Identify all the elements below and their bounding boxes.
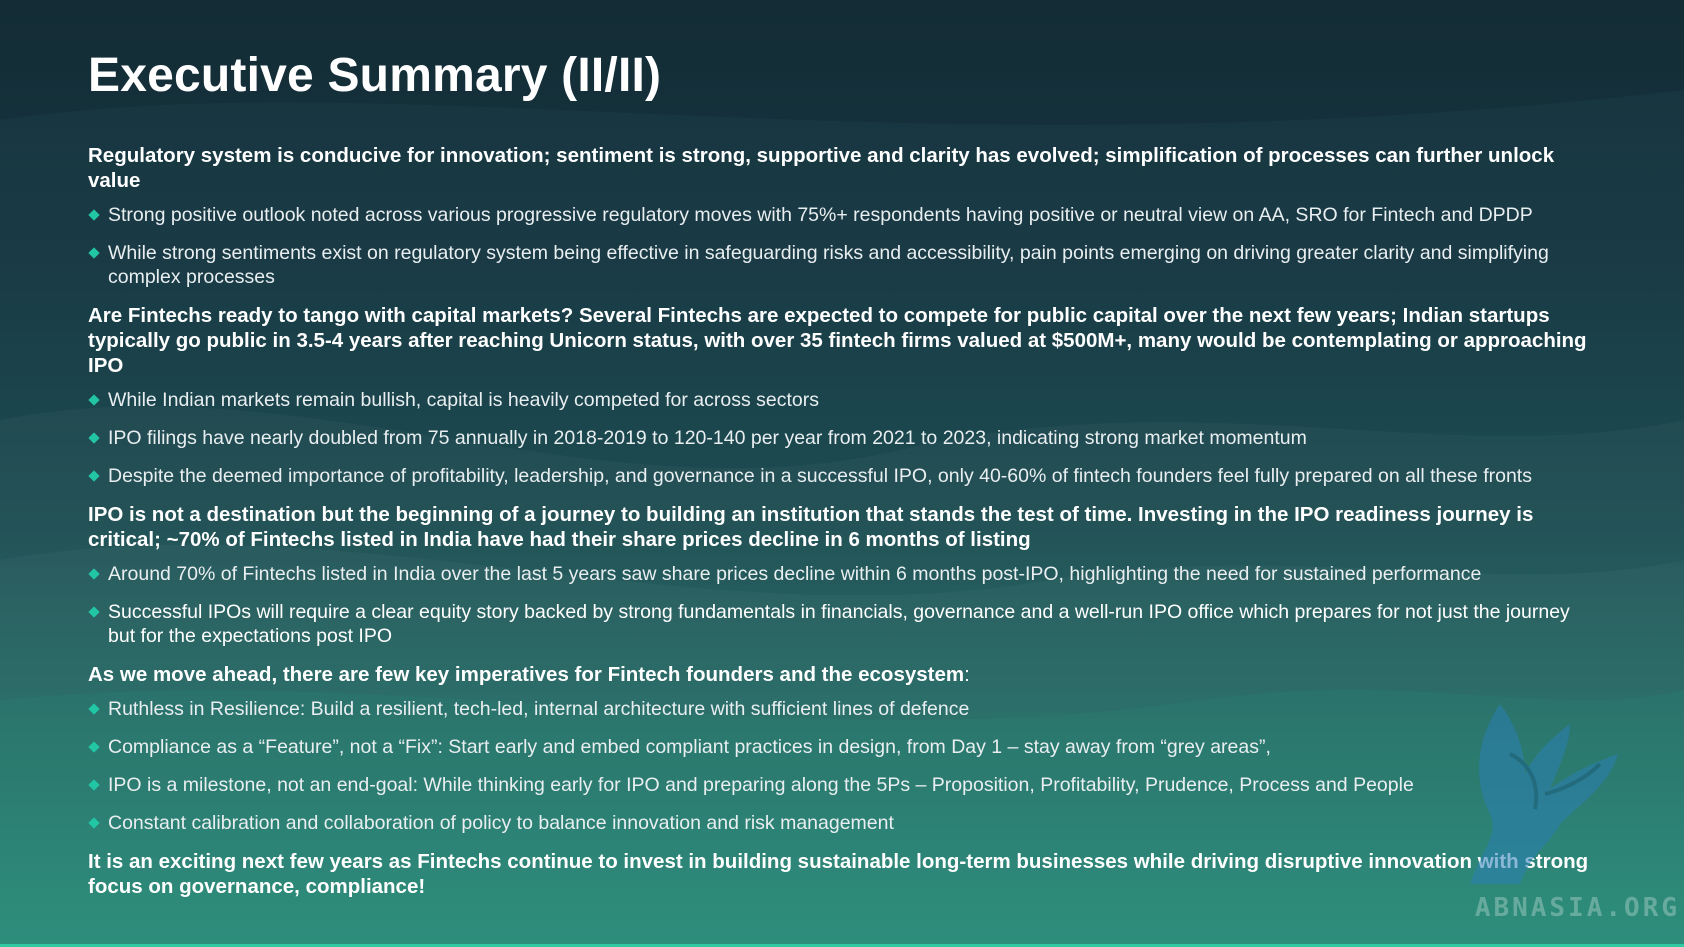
- section-lead-ipo-journey: IPO is not a destination but the beginni…: [88, 503, 1534, 551]
- bullet-list-regulatory: Strong positive outlook noted across var…: [88, 203, 1598, 289]
- list-item-text: Strong positive outlook noted across var…: [108, 204, 1533, 226]
- list-item: IPO filings have nearly doubled from 75 …: [88, 426, 1598, 450]
- page-title: Executive Summary (II/II): [88, 49, 662, 102]
- diamond-bullet-icon: [88, 568, 100, 580]
- diamond-bullet-icon: [88, 606, 100, 618]
- summary-content: Regulatory system is conducive for innov…: [88, 143, 1598, 909]
- griffin-logo-icon: [1470, 704, 1618, 884]
- list-item: While Indian markets remain bullish, cap…: [88, 388, 1598, 412]
- list-item: Despite the deemed importance of profita…: [88, 464, 1598, 488]
- list-item: Compliance as a “Feature”, not a “Fix”: …: [88, 735, 1598, 759]
- list-item-text: While Indian markets remain bullish, cap…: [108, 389, 819, 411]
- bullet-list-capital-markets: While Indian markets remain bullish, cap…: [88, 388, 1598, 488]
- section-lead-imperatives-suffix: :: [964, 663, 970, 686]
- list-item-text: Around 70% of Fintechs listed in India o…: [108, 563, 1482, 585]
- watermark-text: ABNASIA.ORG: [1474, 893, 1680, 923]
- section-lead-imperatives: As we move ahead, there are few key impe…: [88, 662, 1598, 687]
- diamond-bullet-icon: [88, 741, 100, 753]
- list-item: Ruthless in Resilience: Build a resilien…: [88, 697, 1598, 721]
- diamond-bullet-icon: [88, 779, 100, 791]
- list-item: IPO is a milestone, not an end-goal: Whi…: [88, 773, 1598, 797]
- list-item: Constant calibration and collaboration o…: [88, 811, 1598, 835]
- list-item: Around 70% of Fintechs listed in India o…: [88, 562, 1598, 586]
- bullet-list-ipo-journey: Around 70% of Fintechs listed in India o…: [88, 562, 1598, 648]
- list-item: Successful IPOs will require a clear equ…: [88, 600, 1598, 648]
- diamond-bullet-icon: [88, 247, 100, 259]
- diamond-bullet-icon: [88, 394, 100, 406]
- diamond-bullet-icon: [88, 470, 100, 482]
- list-item-text: Ruthless in Resilience: Build a resilien…: [108, 698, 970, 720]
- list-item-text: Constant calibration and collaboration o…: [108, 812, 894, 834]
- list-item-text: IPO is a milestone, not an end-goal: Whi…: [108, 774, 1414, 796]
- list-item-text: Successful IPOs will require a clear equ…: [108, 601, 1570, 647]
- diamond-bullet-icon: [88, 817, 100, 829]
- list-item: While strong sentiments exist on regulat…: [88, 241, 1598, 289]
- section-lead-capital-markets: Are Fintechs ready to tango with capital…: [88, 304, 1587, 377]
- diamond-bullet-icon: [88, 703, 100, 715]
- diamond-bullet-icon: [88, 432, 100, 444]
- list-item-text: IPO filings have nearly doubled from 75 …: [108, 427, 1307, 449]
- list-item: Strong positive outlook noted across var…: [88, 203, 1598, 227]
- section-lead-regulatory: Regulatory system is conducive for innov…: [88, 144, 1555, 192]
- diamond-bullet-icon: [88, 209, 100, 221]
- closing-statement: It is an exciting next few years as Fint…: [88, 850, 1589, 898]
- slide: Executive Summary (II/II) Regulatory sys…: [0, 0, 1684, 947]
- section-lead-imperatives-text: As we move ahead, there are few key impe…: [88, 663, 965, 686]
- list-item-text: Compliance as a “Feature”, not a “Fix”: …: [108, 736, 1271, 758]
- list-item-text: While strong sentiments exist on regulat…: [108, 242, 1549, 288]
- bullet-list-imperatives: Ruthless in Resilience: Build a resilien…: [88, 697, 1598, 835]
- list-item-text: Despite the deemed importance of profita…: [108, 465, 1532, 487]
